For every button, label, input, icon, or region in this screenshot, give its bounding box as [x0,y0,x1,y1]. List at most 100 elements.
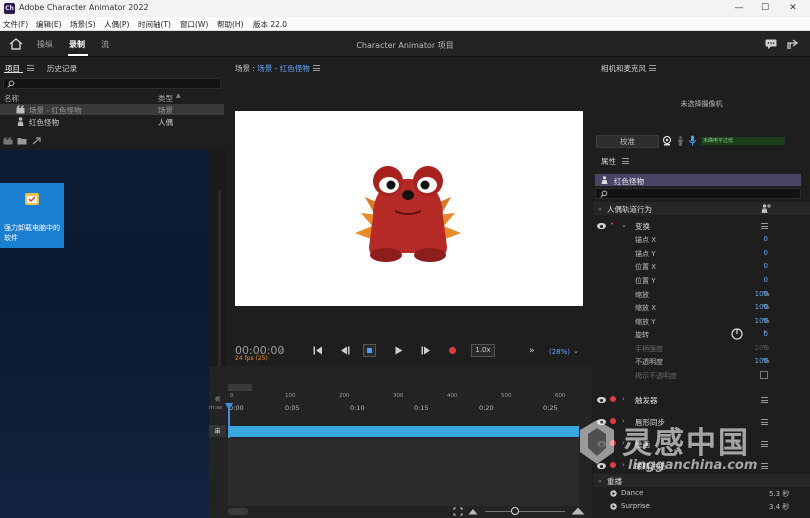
visibility-eye-icon[interactable] [597,397,606,403]
prop-anchor-x[interactable]: 锚点 X 0 [593,233,810,246]
prop-scale-x[interactable]: 缩放 X 100 % [593,301,810,314]
step-forward-icon[interactable] [421,346,431,355]
prop-opacity[interactable]: 不透明度 100 % [593,355,810,368]
camera-menu-icon[interactable] [649,65,656,71]
behavior-eye-gaze[interactable]: › 眼睛注视 [593,459,810,472]
visibility-eye-icon[interactable] [597,223,606,229]
prop-value[interactable]: 0 [764,249,768,257]
collapse-chevron-icon[interactable]: ⌄ [597,476,603,484]
properties-menu-icon[interactable] [622,158,629,164]
arm-record-icon[interactable] [610,396,616,402]
replay-item[interactable]: Dance 5.3 秒 [593,487,810,500]
minimize-button[interactable]: — [726,2,752,15]
behavior-triggers[interactable]: › 触发器 [593,393,810,406]
go-to-start-icon[interactable] [313,346,323,355]
arm-icon[interactable]: • [610,220,614,228]
record-button[interactable] [449,347,456,354]
sort-arrow-icon[interactable]: ▲ [176,92,181,99]
camera-icon[interactable] [662,136,672,146]
play-replay-icon[interactable] [610,503,617,510]
properties-title[interactable]: 属性 [601,156,616,167]
prop-rotation[interactable]: 旋转 0 ° [593,328,810,341]
replay-header[interactable]: ⌄ 重播 [593,474,810,487]
prop-value[interactable]: 0 [764,262,768,270]
expand-chevron-icon[interactable]: › [622,395,625,403]
desktop-shortcut-tile[interactable]: 强力卸载电脑中的软件 [0,183,64,248]
red-monster-puppet[interactable] [343,157,473,267]
fit-icon[interactable] [453,507,463,516]
behavior-menu-icon[interactable] [761,223,768,229]
menu-timeline[interactable]: 时间轴(T) [138,19,171,30]
rotation-dial-icon[interactable] [731,328,743,340]
prop-scale[interactable]: 缩放 100 % [593,288,810,301]
menu-window[interactable]: 窗口(W) [180,19,208,30]
transform-behavior-row[interactable]: • ⌄ 变换 [593,219,810,232]
calibrate-button[interactable]: 校准 [596,135,659,148]
collapse-chevron-icon[interactable]: ⌄ [597,204,603,212]
scene-stage[interactable] [235,111,583,306]
project-menu-icon[interactable] [27,65,34,71]
behavior-menu-icon[interactable] [761,463,768,469]
microphone-icon[interactable] [689,135,696,146]
menu-help[interactable]: 帮助(H) [217,19,244,30]
replay-item[interactable]: Surprise 3.4 秒 [593,500,810,513]
menu-puppet[interactable]: 人偶(P) [104,19,129,30]
project-row-scene[interactable]: 场景 - 红色怪物 场景 [0,104,224,115]
timeline-scroll-track[interactable] [228,384,579,391]
new-scene-icon[interactable] [3,137,13,145]
arm-record-icon[interactable] [610,418,616,424]
menu-version[interactable]: 版本 22.0 [253,19,287,30]
behavior-menu-icon[interactable] [761,419,768,425]
visibility-eye-icon[interactable] [597,441,606,447]
arm-record-icon[interactable] [610,462,616,468]
column-name[interactable]: 名称 [4,93,19,104]
track-label[interactable]: 串 [209,425,226,437]
project-row-puppet[interactable]: 红色怪物 人偶 [0,116,224,127]
prop-value[interactable]: 0 [764,235,768,243]
expand-chevron-icon[interactable]: ⌄ [621,221,627,229]
selected-puppet-row[interactable]: 红色怪物 [595,174,801,186]
prop-scale-y[interactable]: 缩放 Y 100 % [593,315,810,328]
zoom-level[interactable]: (28%) [549,348,570,356]
prop-position-y[interactable]: 位置 Y 0 [593,274,810,287]
puppet-track-bar[interactable] [228,426,579,437]
scene-title-link[interactable]: 场景 - 红色怪物 [257,64,309,73]
zoom-in-icon[interactable] [571,507,585,515]
menu-file[interactable]: 文件(F) [3,19,28,30]
behavior-draw[interactable]: › 绘画 [593,437,810,450]
step-back-icon[interactable] [340,346,350,355]
maximize-button[interactable]: ☐ [752,2,778,15]
speed-button[interactable]: 1.0x [471,344,495,357]
prop-position-x[interactable]: 位置 X 0 [593,260,810,273]
close-button[interactable]: ✕ [780,2,806,15]
zoom-dropdown-icon[interactable]: ⌄ [573,347,579,355]
prop-value[interactable]: 0 [764,276,768,284]
scene-menu-icon[interactable] [313,65,320,71]
expand-chevron-icon[interactable]: › [622,417,625,425]
properties-search-input[interactable] [595,188,801,199]
track-behaviors-header[interactable]: ⌄ 人偶轨道行为 [593,202,810,215]
link-icon[interactable] [32,137,41,145]
timeline-scroll-thumb[interactable] [228,384,252,391]
reveal-checkbox[interactable] [760,371,768,379]
visibility-eye-icon[interactable] [597,419,606,425]
prop-anchor-y[interactable]: 锚点 Y 0 [593,247,810,260]
folder-icon[interactable] [17,137,27,145]
expand-chevron-icon[interactable]: › [622,439,625,447]
stop-button[interactable] [363,344,376,357]
more-controls-icon[interactable]: » [529,346,535,356]
add-behavior-icon[interactable] [761,204,771,213]
menu-edit[interactable]: 编辑(E) [36,19,62,30]
zoom-out-icon[interactable] [468,508,478,515]
behavior-lip-sync[interactable]: › 唇形同步 [593,415,810,428]
visibility-eye-icon[interactable] [597,463,606,469]
expand-chevron-icon[interactable]: › [622,461,625,469]
timeline-h-scroll[interactable] [228,508,248,515]
menu-scene[interactable]: 场景(S) [70,19,96,30]
feedback-icon[interactable] [765,39,777,50]
tab-history[interactable]: 历史记录 [47,63,77,74]
body-tracker-icon[interactable] [677,136,684,146]
play-replay-icon[interactable] [610,490,617,497]
column-type[interactable]: 类型 [158,93,173,104]
zoom-slider-thumb[interactable] [511,507,519,515]
